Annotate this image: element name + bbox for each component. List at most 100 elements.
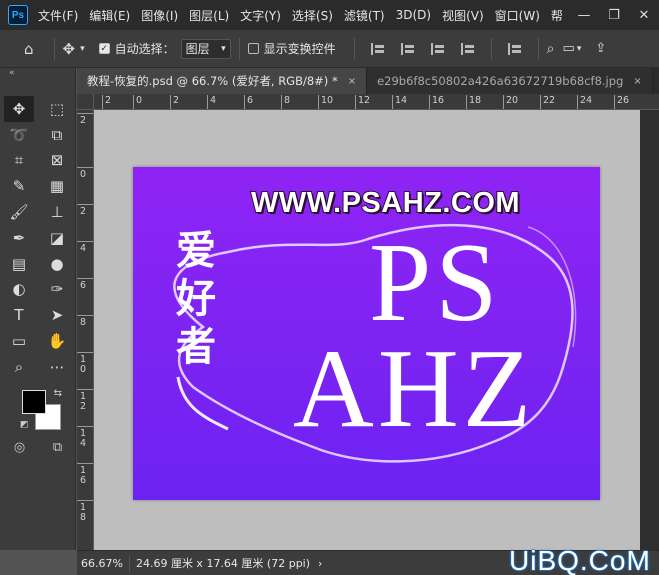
ruler-label: 0: [80, 169, 87, 180]
screen-mode-icon[interactable]: ⧉: [53, 440, 62, 455]
url-text-layer: WWW.PSAHZ.COM: [250, 186, 521, 220]
zoom-level[interactable]: 66.67%: [77, 554, 130, 572]
auto-select-checkbox[interactable]: ✓: [98, 43, 110, 54]
tab-label: 教程-恢复的.psd @ 66.7% (爱好者, RGB/8#) *: [87, 74, 338, 88]
foreground-color-swatch[interactable]: [22, 390, 46, 414]
menu-view[interactable]: 视图(V): [442, 7, 484, 24]
align-top-icon[interactable]: [507, 42, 522, 55]
auto-select-label: 自动选择：: [114, 42, 175, 56]
auto-select-value: 图层: [185, 42, 210, 56]
eyedropper-tool-icon[interactable]: ✎: [0, 173, 38, 199]
menu-file[interactable]: 文件(F): [38, 7, 78, 24]
pasteboard[interactable]: WWW.PSAHZ.COM 爱好者 PS AHZ: [94, 110, 640, 550]
ruler-corner[interactable]: [77, 94, 94, 110]
ruler-tick: [77, 500, 93, 501]
document-canvas[interactable]: WWW.PSAHZ.COM 爱好者 PS AHZ: [133, 167, 600, 500]
vertical-scrollbar[interactable]: [640, 110, 659, 550]
divider: [490, 37, 492, 60]
photoshop-logo: Ps: [8, 5, 28, 25]
show-transform-checkbox[interactable]: [247, 43, 259, 54]
align-center-icon[interactable]: [400, 42, 415, 55]
menu-bar: Ps 文件(F) 编辑(E) 图像(I) 图层(L) 文字(Y) 选择(S) 滤…: [0, 0, 659, 30]
menu-select[interactable]: 选择(S): [292, 7, 333, 24]
brush-tool-icon[interactable]: 🖌: [0, 199, 38, 225]
align-right-icon[interactable]: [430, 42, 445, 55]
home-icon[interactable]: ⌂: [24, 40, 34, 58]
horizontal-ruler[interactable]: 2 0 2 4 6 8 10 12 14 16 18 20 22 24 26: [94, 94, 659, 110]
path-select-tool-icon[interactable]: ➤: [38, 302, 76, 328]
quick-select-tool-icon[interactable]: ⧉: [38, 122, 76, 148]
menu-filter[interactable]: 滤镜(T): [344, 7, 385, 24]
tab-document-psd[interactable]: 教程-恢复的.psd @ 66.7% (爱好者, RGB/8#) * ×: [77, 68, 368, 94]
chevron-down-icon: ▾: [221, 43, 226, 54]
ruler-label: 22: [540, 95, 555, 109]
minimize-icon[interactable]: —: [569, 8, 599, 23]
distribute-icon[interactable]: [460, 42, 475, 55]
divider: [353, 37, 355, 60]
chevron-down-icon[interactable]: ▾: [80, 44, 85, 54]
eraser-tool-icon[interactable]: ◪: [38, 225, 76, 251]
frame-tool-icon[interactable]: ⊠: [38, 148, 76, 174]
hand-tool-icon[interactable]: ✋: [38, 328, 76, 354]
share-icon[interactable]: ⇪: [595, 41, 606, 56]
collapse-panel-icon[interactable]: «: [0, 68, 75, 80]
restore-icon[interactable]: ❐: [599, 8, 629, 23]
stamp-tool-icon[interactable]: ⊥: [38, 199, 76, 225]
ruler-label: 2: [80, 115, 87, 126]
menu-type[interactable]: 文字(Y): [240, 7, 281, 24]
gradient-tool-icon[interactable]: ▤: [0, 251, 38, 277]
align-left-icon[interactable]: [370, 42, 385, 55]
menu-3d[interactable]: 3D(D): [396, 8, 431, 22]
history-brush-tool-icon[interactable]: ✒: [0, 225, 38, 251]
chevron-down-icon[interactable]: ▾: [577, 44, 582, 54]
pen-tool-icon[interactable]: ✑: [38, 277, 76, 303]
move-tool-icon[interactable]: ✥: [4, 96, 34, 122]
frame-ruler-tool-icon[interactable]: ▦: [38, 173, 76, 199]
ruler-label: 1 2: [80, 391, 87, 412]
menu-help[interactable]: 帮: [551, 7, 563, 24]
lasso-tool-icon[interactable]: ➰: [0, 122, 38, 148]
ruler-label: 14: [392, 95, 407, 109]
close-icon[interactable]: ×: [633, 76, 641, 87]
dodge-tool-icon[interactable]: ◐: [0, 277, 38, 303]
menu-edit[interactable]: 编辑(E): [89, 7, 130, 24]
close-icon[interactable]: ✕: [629, 8, 659, 23]
options-bar: ⌂ ✥ ▾ ✓ 自动选择： 图层 ▾ 显示变换控件 ⌕ ▭ ▾ ⇪: [0, 30, 659, 68]
vertical-ruler[interactable]: 2 0 2 4 6 8 1 0 1 2 1 4 1 6 1 8: [77, 110, 94, 550]
quick-mask-icon[interactable]: ◎: [14, 440, 25, 455]
type-tool-icon[interactable]: T: [0, 302, 38, 328]
rectangle-tool-icon[interactable]: ▭: [0, 328, 38, 354]
watermark: UiBQ.CoM: [509, 545, 651, 575]
ruler-label: 10: [318, 95, 333, 109]
zoom-tool-icon[interactable]: ⌕: [0, 354, 38, 380]
ruler-label: 6: [244, 95, 253, 109]
divider: [238, 37, 240, 60]
search-icon[interactable]: ⌕: [547, 41, 555, 57]
crop-tool-icon[interactable]: ⌗: [0, 148, 38, 174]
chevron-right-icon[interactable]: ›: [318, 557, 322, 570]
menu-window[interactable]: 窗口(W): [495, 7, 540, 24]
blur-tool-icon[interactable]: ●: [38, 251, 76, 277]
ruler-label: 20: [503, 95, 518, 109]
close-icon[interactable]: ×: [348, 76, 356, 87]
workspace-icon[interactable]: ▭: [563, 41, 575, 56]
tab-document-jpg[interactable]: e29b6f8c50802a426a63672719b68cf8.jpg ×: [367, 68, 653, 94]
ruler-tick: [77, 463, 93, 464]
swap-colors-icon[interactable]: ⇆: [54, 388, 62, 399]
ruler-tick: [77, 352, 93, 353]
marquee-tool-icon[interactable]: ⬚: [38, 96, 76, 122]
auto-select-dropdown[interactable]: 图层 ▾: [180, 38, 231, 59]
ruler-tick: [77, 315, 93, 316]
ruler-tick: [77, 278, 93, 279]
default-colors-icon[interactable]: ◩: [20, 420, 29, 430]
ruler-label: 12: [355, 95, 370, 109]
menu-image[interactable]: 图像(I): [141, 7, 178, 24]
menu-layer[interactable]: 图层(L): [189, 7, 229, 24]
ruler-label: 4: [80, 243, 87, 254]
document-size-info: 24.69 厘米 x 17.64 厘米 (72 ppi): [135, 557, 311, 570]
move-tool-icon[interactable]: ✥: [63, 40, 76, 58]
ruler-label: 1 0: [80, 354, 87, 375]
more-tools-icon[interactable]: ⋯: [38, 354, 76, 380]
divider: [537, 37, 539, 60]
ruler-tick: [77, 389, 93, 390]
